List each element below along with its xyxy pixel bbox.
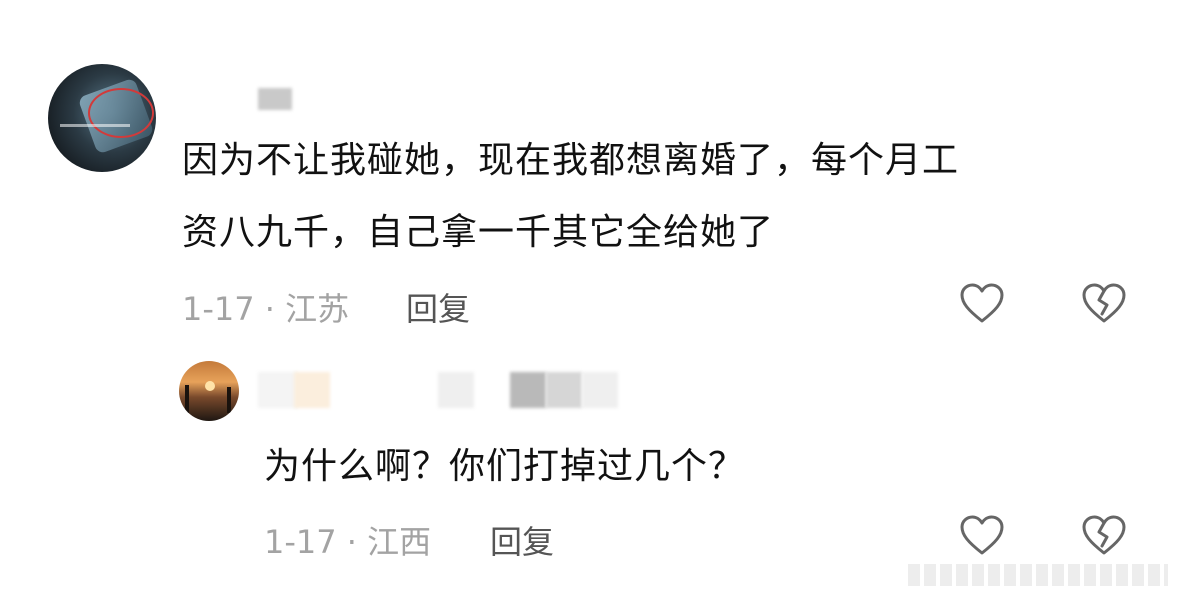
comment-text-line-1: 因为不让我碰她，现在我都想离婚了，每个月工: [182, 140, 960, 181]
reply-date-location: 1-17 · 江西: [264, 523, 432, 561]
reply-text: 为什么啊？你们打掉过几个？: [264, 446, 746, 487]
username-redacted: [258, 88, 292, 110]
broken-heart-icon[interactable]: [1080, 280, 1128, 328]
avatar[interactable]: [48, 64, 156, 172]
broken-heart-icon[interactable]: [1080, 512, 1128, 560]
reply-username-redacted: [582, 372, 618, 408]
reply-username-redacted: [438, 372, 474, 408]
reply-username-redacted: [258, 372, 298, 408]
heart-icon[interactable]: [958, 512, 1006, 560]
heart-icon[interactable]: [958, 280, 1006, 328]
watermark: [908, 564, 1168, 586]
reply-avatar[interactable]: [179, 361, 239, 421]
comment-text-line-2: 资八九千，自己拿一千其它全给她了: [182, 212, 775, 253]
comment-date-location: 1-17 · 江苏: [182, 290, 350, 328]
reply-username-redacted: [546, 372, 582, 408]
reply-username-redacted: [294, 372, 330, 408]
reply-reply-button[interactable]: 回复: [490, 517, 554, 563]
reply-button[interactable]: 回复: [406, 284, 470, 330]
reply-username-redacted: [510, 372, 546, 408]
